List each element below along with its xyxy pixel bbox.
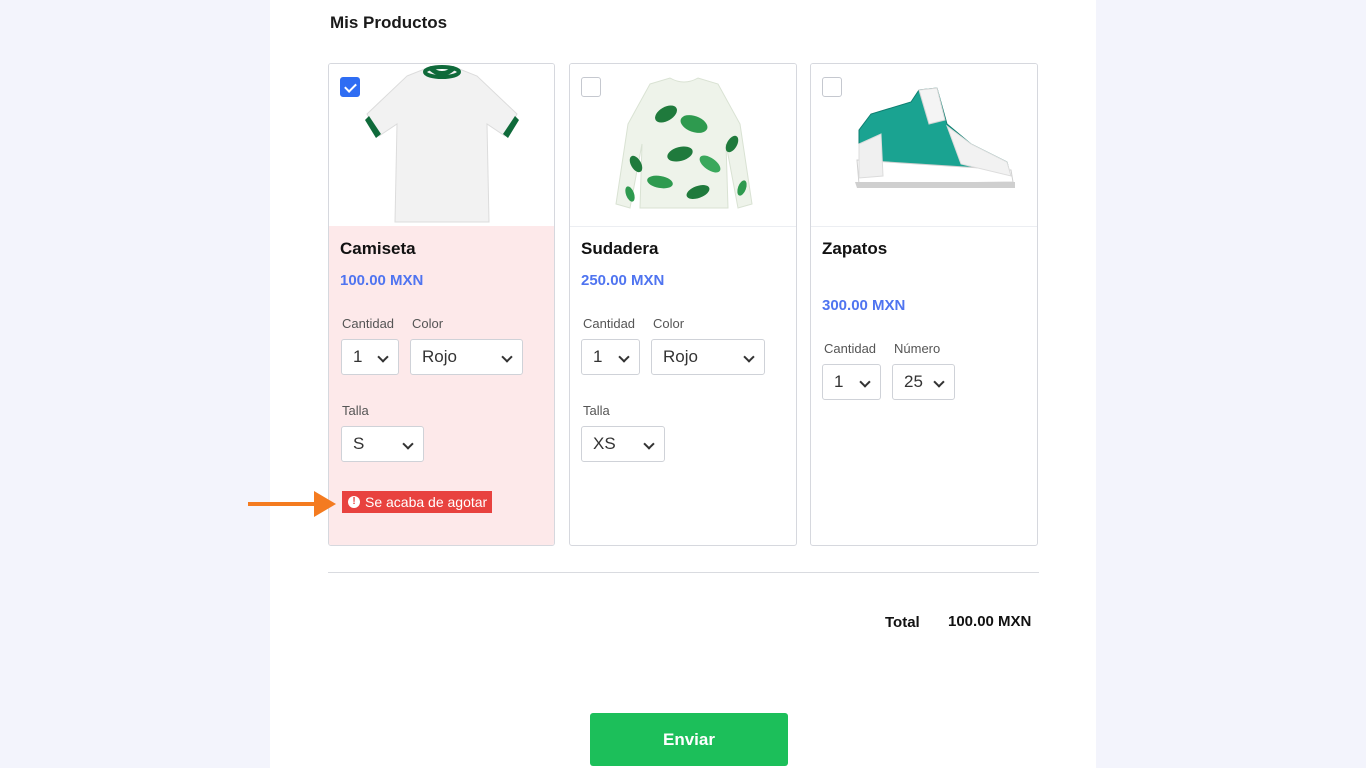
product-name: Zapatos bbox=[822, 239, 888, 258]
size-value: S bbox=[353, 434, 365, 453]
product-price: 300.00 MXN bbox=[822, 297, 906, 314]
product-image bbox=[570, 64, 796, 227]
product-card-camiseta[interactable]: Camiseta 100.00 MXN Cantidad Color 1 Roj… bbox=[328, 63, 555, 546]
chevron-down-icon bbox=[501, 351, 513, 363]
quantity-label: Cantidad bbox=[583, 316, 636, 331]
quantity-label: Cantidad bbox=[342, 316, 395, 331]
color-select[interactable]: Rojo bbox=[410, 339, 523, 375]
product-details: Sudadera 250.00 MXN Cantidad Color 1 Roj… bbox=[570, 226, 796, 545]
quantity-label: Cantidad bbox=[824, 341, 877, 356]
chevron-down-icon bbox=[402, 438, 414, 450]
alert-text: Se acaba de agotar bbox=[365, 494, 488, 510]
size-label: Talla bbox=[583, 403, 610, 418]
quantity-select[interactable]: 1 bbox=[822, 364, 881, 400]
select-checkbox[interactable] bbox=[581, 77, 601, 97]
total-value: 100.00 MXN bbox=[948, 613, 1032, 630]
product-name: Sudadera bbox=[581, 239, 659, 258]
quantity-select[interactable]: 1 bbox=[341, 339, 399, 375]
chevron-down-icon bbox=[377, 351, 389, 363]
divider bbox=[328, 572, 1039, 573]
total-label: Total bbox=[885, 614, 920, 631]
number-value: 25 bbox=[904, 372, 923, 391]
product-card-sudadera[interactable]: Sudadera 250.00 MXN Cantidad Color 1 Roj… bbox=[569, 63, 797, 546]
product-image bbox=[329, 64, 554, 227]
size-value: XS bbox=[593, 434, 616, 453]
chevron-down-icon bbox=[618, 351, 630, 363]
quantity-value: 1 bbox=[834, 372, 844, 391]
color-label: Color bbox=[412, 316, 444, 331]
color-select[interactable]: Rojo bbox=[651, 339, 765, 375]
tshirt-icon bbox=[365, 65, 519, 223]
size-select[interactable]: XS bbox=[581, 426, 665, 462]
product-price: 100.00 MXN bbox=[340, 272, 424, 289]
chevron-down-icon bbox=[743, 351, 755, 363]
chevron-down-icon bbox=[643, 438, 655, 450]
chevron-down-icon bbox=[933, 376, 945, 388]
quantity-value: 1 bbox=[353, 347, 363, 366]
product-price: 250.00 MXN bbox=[581, 272, 665, 289]
chevron-down-icon bbox=[859, 376, 871, 388]
sneaker-icon bbox=[855, 87, 1015, 188]
number-select[interactable]: 25 bbox=[892, 364, 955, 400]
product-name: Camiseta bbox=[340, 239, 416, 258]
quantity-value: 1 bbox=[593, 347, 603, 366]
out-of-stock-alert: ! Se acaba de agotar bbox=[342, 491, 493, 513]
color-value: Rojo bbox=[422, 347, 457, 366]
annotation-arrow-icon bbox=[248, 491, 336, 517]
sweatshirt-icon bbox=[615, 77, 753, 209]
size-select[interactable]: S bbox=[341, 426, 424, 462]
product-image bbox=[811, 64, 1037, 227]
color-label: Color bbox=[653, 316, 685, 331]
product-details: Zapatos 300.00 MXN Cantidad Número 1 25 bbox=[811, 226, 1037, 545]
select-checkbox[interactable] bbox=[822, 77, 842, 97]
quantity-select[interactable]: 1 bbox=[581, 339, 640, 375]
product-card-zapatos[interactable]: Zapatos 300.00 MXN Cantidad Número 1 25 bbox=[810, 63, 1038, 546]
color-value: Rojo bbox=[663, 347, 698, 366]
number-label: Número bbox=[894, 341, 941, 356]
section-title: Mis Productos bbox=[330, 13, 448, 32]
select-checkbox[interactable] bbox=[340, 77, 360, 97]
size-label: Talla bbox=[342, 403, 369, 418]
submit-button[interactable]: Enviar bbox=[590, 713, 788, 766]
exclamation-icon: ! bbox=[348, 496, 360, 508]
